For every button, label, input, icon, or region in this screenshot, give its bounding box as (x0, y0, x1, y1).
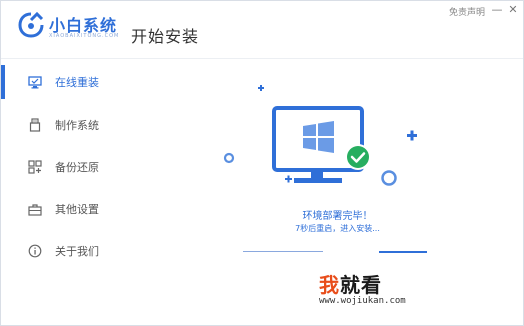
installer-window: 小白系统 XIAOBAIXITONG.COM 开始安装 免责声明 — ✕ 在线重… (0, 0, 524, 326)
backup-icon (28, 160, 42, 174)
watermark: 我就看 www.wojiukan.com (319, 269, 439, 315)
ring-decoration (381, 170, 397, 186)
watermark-logo-accent: 我 (319, 273, 340, 297)
disclaimer-link[interactable]: 免责声明 (449, 5, 485, 18)
sidebar-item-label: 关于我们 (55, 245, 99, 258)
sidebar-item-backup-restore[interactable]: 备份还原 (1, 146, 151, 188)
sidebar-item-about-us[interactable]: 关于我们 (1, 230, 151, 272)
sidebar-item-label: 制作系统 (55, 119, 99, 132)
monitor-icon (28, 75, 42, 89)
watermark-logo-rest: 就看 (340, 273, 382, 297)
cancel-button[interactable] (243, 251, 323, 252)
sidebar-item-online-reinstall[interactable]: 在线重装 (1, 61, 151, 103)
close-button[interactable]: ✕ (505, 3, 521, 17)
sidebar-item-label: 其他设置 (55, 203, 99, 216)
brand-domain: XIAOBAIXITONG.COM (49, 33, 120, 39)
sidebar-item-other-settings[interactable]: 其他设置 (1, 188, 151, 230)
info-icon (28, 244, 42, 258)
minimize-button[interactable]: — (489, 3, 505, 17)
status-title: 环境部署完毕！ (302, 211, 373, 222)
watermark-logo: 我就看 (319, 269, 382, 298)
restart-now-button[interactable] (379, 251, 427, 253)
toolbox-icon (28, 202, 42, 216)
status-subtitle: 7秒后重启，进入安装... (295, 224, 380, 233)
sidebar: 在线重装 制作系统 备份还原 其他设置 关于我们 (1, 60, 151, 326)
watermark-url: www.wojiukan.com (319, 296, 406, 306)
sparkle-decoration (258, 85, 417, 183)
logo-icon (18, 12, 44, 38)
header: 小白系统 XIAOBAIXITONG.COM 开始安装 免责声明 — ✕ (1, 1, 523, 59)
sidebar-item-label: 在线重装 (55, 76, 99, 89)
usb-icon (28, 118, 42, 132)
monitor-windows-check-icon (223, 85, 417, 186)
sidebar-item-make-system[interactable]: 制作系统 (1, 104, 151, 146)
page-title: 开始安装 (131, 27, 200, 46)
sidebar-item-label: 备份还原 (55, 161, 99, 174)
ring-decoration (223, 152, 235, 164)
